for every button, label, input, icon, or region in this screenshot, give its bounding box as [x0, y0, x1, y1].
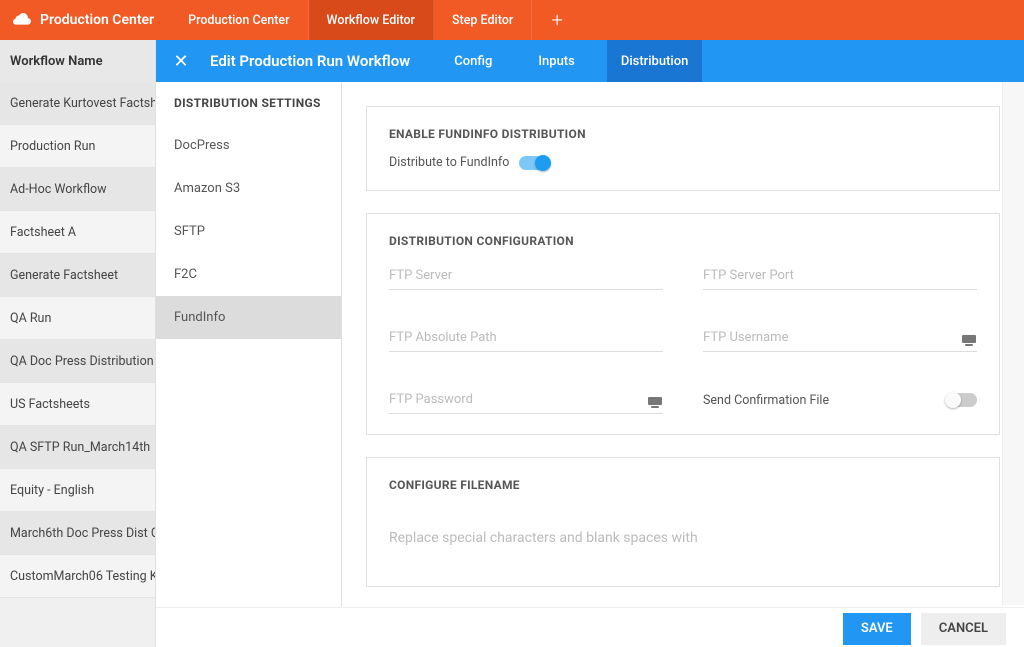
- filename-panel: CONFIGURE FILENAME Replace special chara…: [366, 457, 1000, 587]
- top-tab-add[interactable]: +: [532, 0, 582, 40]
- top-tab-production-center[interactable]: Production Center: [170, 0, 308, 40]
- ftp-username-field: [703, 324, 977, 352]
- credential-icon[interactable]: [647, 394, 663, 408]
- enable-panel-title: ENABLE FUNDINFO DISTRIBUTION: [389, 127, 977, 141]
- send-confirmation-row: Send Confirmation File: [703, 386, 977, 414]
- toggle-knob-icon: [535, 155, 551, 171]
- settings-list-header: DISTRIBUTION SETTINGS: [156, 82, 341, 124]
- workflow-item[interactable]: QA Doc Press Distribution Run: [0, 340, 155, 383]
- workflow-sidebar: Workflow Name Generate Kurtovest Factshe…: [0, 40, 156, 647]
- enable-panel: ENABLE FUNDINFO DISTRIBUTION Distribute …: [366, 106, 1000, 191]
- config-panel: DISTRIBUTION CONFIGURATION: [366, 213, 1000, 435]
- scroll-area[interactable]: [1002, 82, 1024, 605]
- ftp-port-input[interactable]: [703, 262, 977, 290]
- top-tab-workflow-editor[interactable]: Workflow Editor: [309, 0, 434, 40]
- settings-item-fundinfo[interactable]: FundInfo: [156, 296, 341, 339]
- distribution-settings-list: DISTRIBUTION SETTINGS DocPress Amazon S3…: [156, 82, 342, 607]
- send-confirmation-toggle[interactable]: [947, 393, 977, 407]
- ftp-server-input[interactable]: [389, 262, 663, 290]
- ftp-port-field: [703, 262, 977, 290]
- settings-item-docpress[interactable]: DocPress: [156, 124, 341, 167]
- credential-icon[interactable]: [961, 332, 977, 346]
- workflow-item[interactable]: March6th Doc Press Dist Cus: [0, 512, 155, 555]
- workflow-item[interactable]: Generate Factsheet: [0, 254, 155, 297]
- sidebar-header: Workflow Name: [0, 40, 155, 82]
- ftp-server-field: [389, 262, 663, 290]
- workflow-item[interactable]: QA SFTP Run_March14th: [0, 426, 155, 469]
- save-button[interactable]: SAVE: [843, 613, 911, 645]
- modal-tab-inputs[interactable]: Inputs: [524, 40, 588, 82]
- modal-footer: SAVE CANCEL: [156, 607, 1024, 647]
- plus-icon: +: [552, 8, 563, 32]
- workflow-item[interactable]: QA Run: [0, 297, 155, 340]
- distribute-toggle[interactable]: [519, 156, 549, 170]
- workflow-item[interactable]: US Factsheets: [0, 383, 155, 426]
- distribute-toggle-label: Distribute to FundInfo: [389, 155, 509, 170]
- top-tab-step-editor[interactable]: Step Editor: [434, 0, 532, 40]
- workflow-item[interactable]: Equity - English: [0, 469, 155, 512]
- ftp-path-input[interactable]: [389, 324, 663, 352]
- workflow-item[interactable]: Ad-Hoc Workflow: [0, 168, 155, 211]
- cloud-icon: [12, 11, 32, 29]
- workflow-item[interactable]: Generate Kurtovest Factsheet: [0, 82, 155, 125]
- close-icon[interactable]: ✕: [170, 51, 192, 72]
- filename-panel-title: CONFIGURE FILENAME: [389, 478, 977, 492]
- brand: Production Center: [0, 0, 170, 40]
- workflow-item[interactable]: Production Run: [0, 125, 155, 168]
- workflow-item[interactable]: CustomMarch06 Testing KIID: [0, 555, 155, 598]
- modal-tab-distribution[interactable]: Distribution: [607, 40, 703, 82]
- modal-tab-config[interactable]: Config: [440, 40, 506, 82]
- toggle-knob-icon: [945, 392, 961, 408]
- modal-header: ✕ Edit Production Run Workflow Config In…: [156, 40, 1024, 82]
- settings-item-amazon-s3[interactable]: Amazon S3: [156, 167, 341, 210]
- ftp-password-input[interactable]: [389, 386, 663, 414]
- distribution-form: ENABLE FUNDINFO DISTRIBUTION Distribute …: [342, 82, 1024, 607]
- settings-item-f2c[interactable]: F2C: [156, 253, 341, 296]
- send-confirmation-label: Send Confirmation File: [703, 393, 829, 408]
- config-panel-title: DISTRIBUTION CONFIGURATION: [389, 234, 977, 248]
- settings-item-sftp[interactable]: SFTP: [156, 210, 341, 253]
- filename-replace-label: Replace special characters and blank spa…: [389, 530, 977, 546]
- brand-text: Production Center: [40, 12, 154, 28]
- ftp-password-field: [389, 386, 663, 414]
- ftp-username-input[interactable]: [703, 324, 977, 352]
- cancel-button[interactable]: CANCEL: [921, 613, 1006, 645]
- modal-title: Edit Production Run Workflow: [210, 52, 410, 70]
- edit-workflow-modal: ✕ Edit Production Run Workflow Config In…: [156, 40, 1024, 647]
- ftp-path-field: [389, 324, 663, 352]
- workflow-item[interactable]: Factsheet A: [0, 211, 155, 254]
- top-bar: Production Center Production Center Work…: [0, 0, 1024, 40]
